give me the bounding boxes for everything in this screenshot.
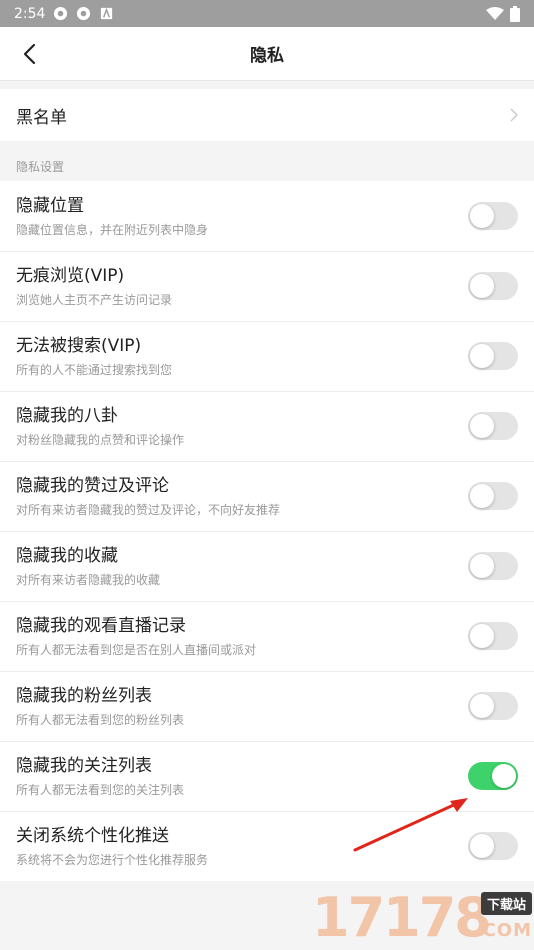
setting-title: 无痕浏览(VIP) (16, 265, 125, 286)
setting-subtitle: 系统将不会为您进行个性化推荐服务 (16, 852, 209, 867)
toggle-knob (470, 344, 494, 368)
setting-subtitle: 对所有来访者隐藏我的赞过及评论，不向好友推荐 (16, 502, 281, 517)
battery-icon (510, 5, 520, 22)
toggle-knob (470, 694, 494, 718)
setting-row: 隐藏我的观看直播记录 所有人都无法看到您是否在别人直播间或派对 (0, 601, 534, 671)
status-time: 2:54 (14, 5, 46, 22)
watermark-badge: 下载站 (480, 892, 532, 915)
toggle-knob (492, 764, 516, 788)
toggle-switch[interactable] (468, 762, 518, 790)
toggle-knob (470, 554, 494, 578)
toggle-switch[interactable] (468, 832, 518, 860)
setting-title: 隐藏我的粉丝列表 (16, 685, 152, 706)
setting-subtitle: 所有人都无法看到您的关注列表 (16, 782, 185, 797)
setting-row: 关闭系统个性化推送 系统将不会为您进行个性化推荐服务 (0, 811, 534, 881)
setting-title: 隐藏位置 (16, 195, 84, 216)
setting-row: 隐藏我的收藏 对所有来访者隐藏我的收藏 (0, 531, 534, 601)
watermark-digits: 17178 (312, 886, 492, 949)
toggle-switch[interactable] (468, 692, 518, 720)
toggle-switch[interactable] (468, 202, 518, 230)
watermark-suffix: COM (482, 920, 532, 941)
setting-row: 隐藏我的粉丝列表 所有人都无法看到您的粉丝列表 (0, 671, 534, 741)
toggle-knob (470, 624, 494, 648)
setting-row: 无痕浏览(VIP) 浏览她人主页不产生访问记录 (0, 251, 534, 321)
setting-row: 隐藏我的赞过及评论 对所有来访者隐藏我的赞过及评论，不向好友推荐 (0, 461, 534, 531)
page-title: 隐私 (250, 46, 284, 66)
setting-title: 隐藏我的赞过及评论 (16, 475, 169, 496)
setting-subtitle: 所有人都无法看到您是否在别人直播间或派对 (16, 642, 257, 657)
toggle-knob (470, 274, 494, 298)
toggle-switch[interactable] (468, 342, 518, 370)
app-icon (54, 6, 68, 21)
toggle-switch[interactable] (468, 482, 518, 510)
setting-subtitle: 浏览她人主页不产生访问记录 (16, 292, 173, 307)
setting-row: 隐藏我的关注列表 所有人都无法看到您的关注列表 (0, 741, 534, 811)
status-bar: 2:54 (0, 0, 534, 27)
setting-title: 隐藏我的八卦 (16, 405, 118, 426)
setting-subtitle: 对粉丝隐藏我的点赞和评论操作 (16, 432, 185, 447)
toggle-switch[interactable] (468, 412, 518, 440)
toggle-switch[interactable] (468, 272, 518, 300)
setting-row: 隐藏我的八卦 对粉丝隐藏我的点赞和评论操作 (0, 391, 534, 461)
blacklist-label: 黑名单 (16, 107, 67, 128)
toggle-switch[interactable] (468, 622, 518, 650)
toggle-knob (470, 204, 494, 228)
setting-title: 关闭系统个性化推送 (16, 825, 169, 846)
toggle-knob (470, 484, 494, 508)
setting-subtitle: 所有的人不能通过搜索找到您 (16, 362, 173, 377)
setting-title: 无法被搜索(VIP) (16, 335, 142, 356)
toggle-knob (470, 834, 494, 858)
blacklist-row[interactable]: 黑名单 (0, 89, 534, 141)
watermark-logo: 17178 下载站 COM (312, 886, 534, 950)
toggle-switch[interactable] (468, 552, 518, 580)
section-header: 隐私设置 (0, 141, 534, 181)
chevron-right-icon (510, 108, 518, 122)
back-button[interactable] (12, 37, 46, 71)
nav-bar: 隐私 (0, 27, 534, 81)
back-arrow-icon (23, 43, 36, 65)
setting-title: 隐藏我的收藏 (16, 545, 118, 566)
setting-subtitle: 隐藏位置信息，并在附近列表中隐身 (16, 222, 209, 237)
setting-row: 无法被搜索(VIP) 所有的人不能通过搜索找到您 (0, 321, 534, 391)
app-icon (77, 6, 91, 21)
toggle-knob (470, 414, 494, 438)
setting-subtitle: 所有人都无法看到您的粉丝列表 (16, 712, 185, 727)
setting-title: 隐藏我的关注列表 (16, 755, 152, 776)
spacer (0, 81, 534, 89)
setting-row: 隐藏位置 隐藏位置信息，并在附近列表中隐身 (0, 181, 534, 251)
notification-icon (101, 7, 113, 20)
setting-title: 隐藏我的观看直播记录 (16, 615, 186, 636)
privacy-settings-list: 隐藏位置 隐藏位置信息，并在附近列表中隐身 无痕浏览(VIP) 浏览她人主页不产… (0, 181, 534, 881)
setting-subtitle: 对所有来访者隐藏我的收藏 (16, 572, 161, 587)
wifi-icon (486, 6, 504, 20)
